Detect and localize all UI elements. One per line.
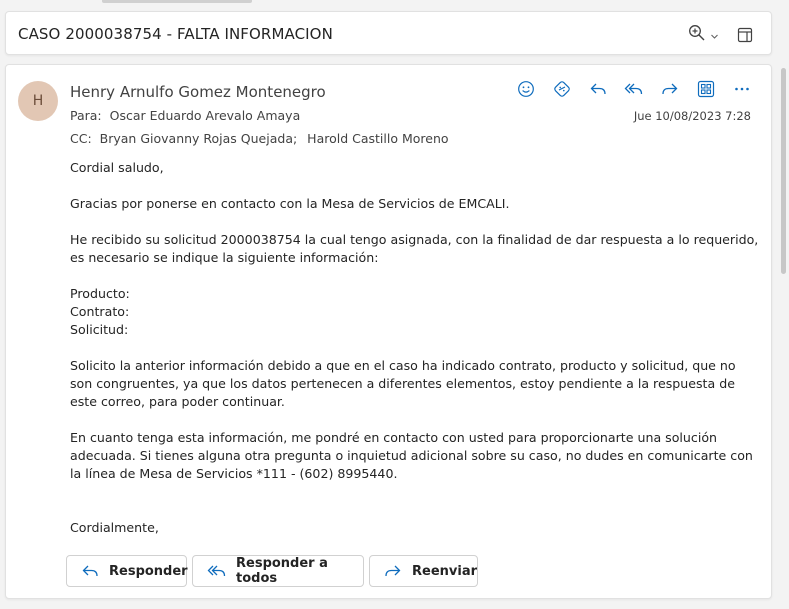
body-paragraph: Gracias por ponerse en contacto con la M… — [70, 196, 510, 211]
subject-header: CASO 2000038754 - FALTA INFORMACION — [5, 11, 772, 55]
greeting: Cordial saludo, — [70, 160, 164, 175]
reply-all-label: Responder a todos — [236, 556, 328, 586]
avatar[interactable]: H — [18, 81, 58, 121]
field-contrato: Contrato: — [70, 304, 130, 319]
sticker-icon[interactable] — [552, 79, 571, 98]
to-line: Para: Oscar Eduardo Arevalo Amaya — [70, 108, 300, 123]
zoom-in-icon — [688, 24, 706, 46]
avatar-initial: H — [32, 93, 44, 109]
top-tab-edge — [102, 0, 252, 3]
reply-all-icon — [207, 563, 226, 579]
field-producto: Producto: — [70, 286, 130, 301]
forward-icon[interactable] — [660, 79, 679, 98]
message-actions — [516, 79, 751, 98]
message-body: Cordial saludo, Gracias por ponerse en c… — [70, 159, 760, 555]
cc-line: CC: Bryan Giovanny Rojas Quejada; Harold… — [70, 131, 449, 146]
to-recipient[interactable]: Oscar Eduardo Arevalo Amaya — [110, 108, 301, 123]
body-paragraph: En cuanto tenga esta información, me pon… — [70, 430, 753, 481]
reply-label: Responder — [109, 563, 188, 579]
to-label: Para: — [70, 108, 102, 123]
forward-icon — [384, 563, 402, 579]
chevron-down-icon — [710, 26, 719, 45]
reply-bar: Responder Responder a todos Reenviar — [66, 555, 478, 587]
more-icon[interactable] — [732, 79, 751, 98]
field-solicitud: Solicitud: — [70, 322, 129, 337]
apps-grid-icon[interactable] — [696, 79, 715, 98]
reply-icon — [81, 563, 99, 579]
body-paragraph: He recibido su solicitud 2000038754 la c… — [70, 232, 759, 265]
forward-button[interactable]: Reenviar — [369, 555, 478, 587]
zoom-button[interactable] — [688, 24, 719, 46]
sender-name[interactable]: Henry Arnulfo Gomez Montenegro — [70, 83, 326, 101]
forward-label: Reenviar — [412, 563, 478, 579]
reply-all-icon[interactable] — [624, 79, 643, 98]
cc-label: CC: — [70, 131, 92, 146]
open-in-window-icon[interactable] — [737, 27, 753, 43]
body-paragraph: Solicito la anterior información debido … — [70, 358, 736, 409]
cc-recipient[interactable]: Harold Castillo Moreno — [307, 131, 448, 146]
cc-recipient[interactable]: Bryan Giovanny Rojas Quejada; — [100, 131, 298, 146]
email-subject: CASO 2000038754 - FALTA INFORMACION — [18, 25, 333, 43]
message-card: H Henry Arnulfo Gomez Montenegro Para: O… — [5, 64, 772, 599]
scrollbar-thumb[interactable] — [781, 68, 786, 274]
reply-all-button[interactable]: Responder a todos — [192, 555, 364, 587]
message-date: Jue 10/08/2023 7:28 — [633, 109, 751, 123]
subject-actions — [688, 24, 753, 46]
emoji-icon[interactable] — [516, 79, 535, 98]
closing: Cordialmente, — [70, 520, 159, 535]
reply-icon[interactable] — [588, 79, 607, 98]
reply-button[interactable]: Responder — [66, 555, 188, 587]
